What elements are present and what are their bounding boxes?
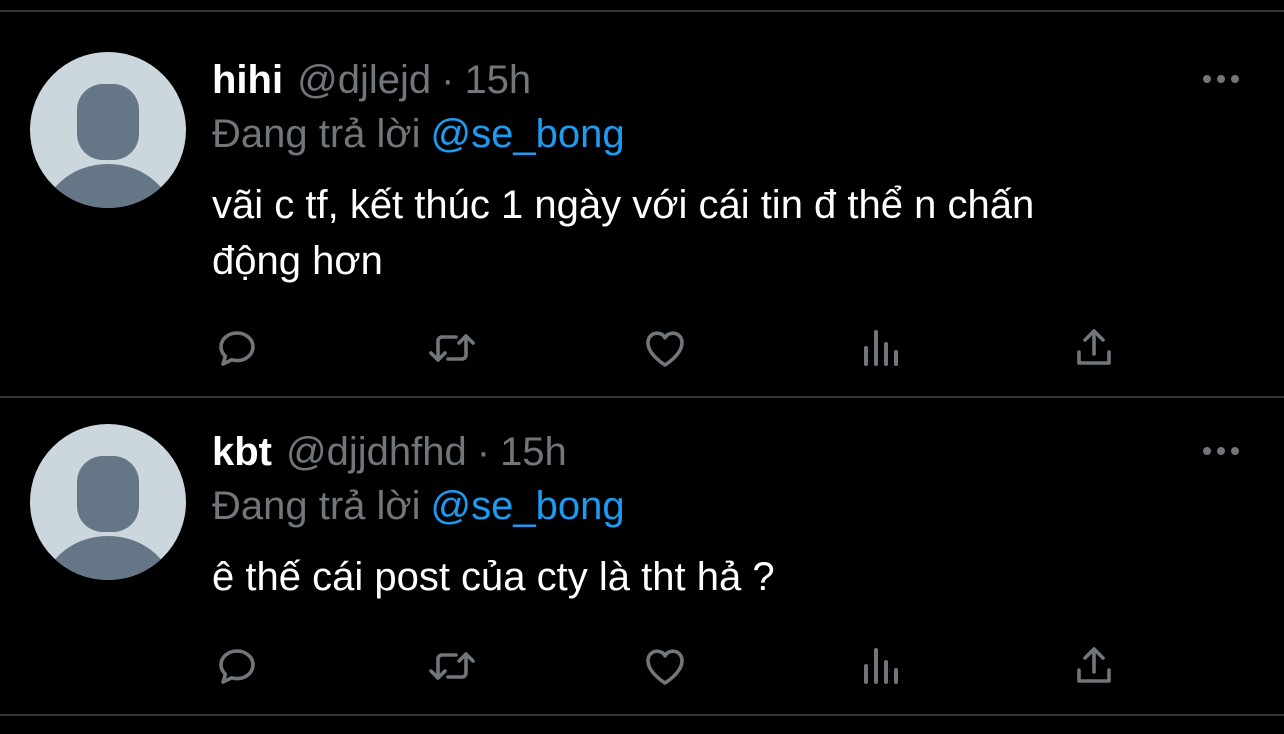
- reply-icon: [219, 649, 255, 684]
- user-handle[interactable]: @djjdhfhd: [286, 427, 467, 477]
- tweet-text: ê thế cái post của cty là tht hả ?: [212, 549, 1212, 605]
- analytics-icon: [864, 648, 898, 684]
- more-options-button[interactable]: [1196, 431, 1246, 471]
- share-button[interactable]: [1066, 320, 1122, 376]
- retweet-icon: [429, 652, 475, 680]
- tweet-text: vãi c tf, kết thúc 1 ngày với cái tin đ …: [212, 177, 1212, 289]
- tweet-actions: [0, 320, 1284, 376]
- mention-link[interactable]: @se_bong: [431, 112, 625, 156]
- display-name[interactable]: hihi: [212, 55, 283, 105]
- retweet-icon: [429, 334, 475, 362]
- retweet-button[interactable]: [424, 320, 480, 376]
- share-button[interactable]: [1066, 638, 1122, 694]
- default-avatar-icon: [43, 84, 173, 208]
- separator-dot: ·: [441, 58, 455, 102]
- share-icon: [1077, 329, 1111, 365]
- share-icon: [1077, 647, 1111, 683]
- avatar[interactable]: [30, 52, 186, 208]
- like-icon: [646, 331, 684, 367]
- timestamp[interactable]: 15h: [500, 427, 567, 477]
- tweet-text-line: ê thế cái post của cty là tht hả ?: [212, 555, 775, 599]
- replying-to: Đang trả lời @se_bong: [212, 481, 625, 531]
- replying-prefix: Đang trả lời: [212, 112, 421, 156]
- default-avatar-icon: [43, 456, 173, 580]
- tweet-text-line: động hơn: [212, 239, 383, 283]
- analytics-button[interactable]: [852, 638, 908, 694]
- avatar[interactable]: [30, 424, 186, 580]
- replying-to: Đang trả lời @se_bong: [212, 109, 625, 159]
- tweet-2[interactable]: kbt @djjdhfhd · 15h Đang trả lời @se_bong…: [0, 398, 1284, 714]
- more-options-icon: [1203, 75, 1239, 83]
- tweet-actions: [0, 638, 1284, 694]
- separator-dot: ·: [476, 430, 491, 474]
- more-options-button[interactable]: [1196, 59, 1246, 99]
- replying-prefix: Đang trả lời: [212, 484, 421, 528]
- analytics-button[interactable]: [852, 320, 908, 376]
- tweet-1[interactable]: hihi @djlejd · 15h Đang trả lời @se_bong …: [0, 12, 1284, 396]
- mention-link[interactable]: @se_bong: [431, 484, 625, 528]
- like-button[interactable]: [637, 638, 693, 694]
- display-name[interactable]: kbt: [212, 427, 272, 477]
- timestamp[interactable]: 15h: [464, 55, 531, 105]
- user-handle[interactable]: @djlejd: [297, 55, 431, 105]
- analytics-icon: [864, 330, 898, 366]
- like-button[interactable]: [637, 320, 693, 376]
- tweet-text-line: vãi c tf, kết thúc 1 ngày với cái tin đ …: [212, 183, 1035, 227]
- like-icon: [646, 649, 684, 685]
- reply-button[interactable]: [209, 320, 265, 376]
- more-options-icon: [1203, 447, 1239, 455]
- tweet-header: kbt @djjdhfhd · 15h: [212, 427, 567, 477]
- retweet-button[interactable]: [424, 638, 480, 694]
- tweet-header: hihi @djlejd · 15h: [212, 55, 531, 105]
- reply-icon: [219, 331, 255, 366]
- reply-button[interactable]: [209, 638, 265, 694]
- divider-bottom: [0, 714, 1284, 716]
